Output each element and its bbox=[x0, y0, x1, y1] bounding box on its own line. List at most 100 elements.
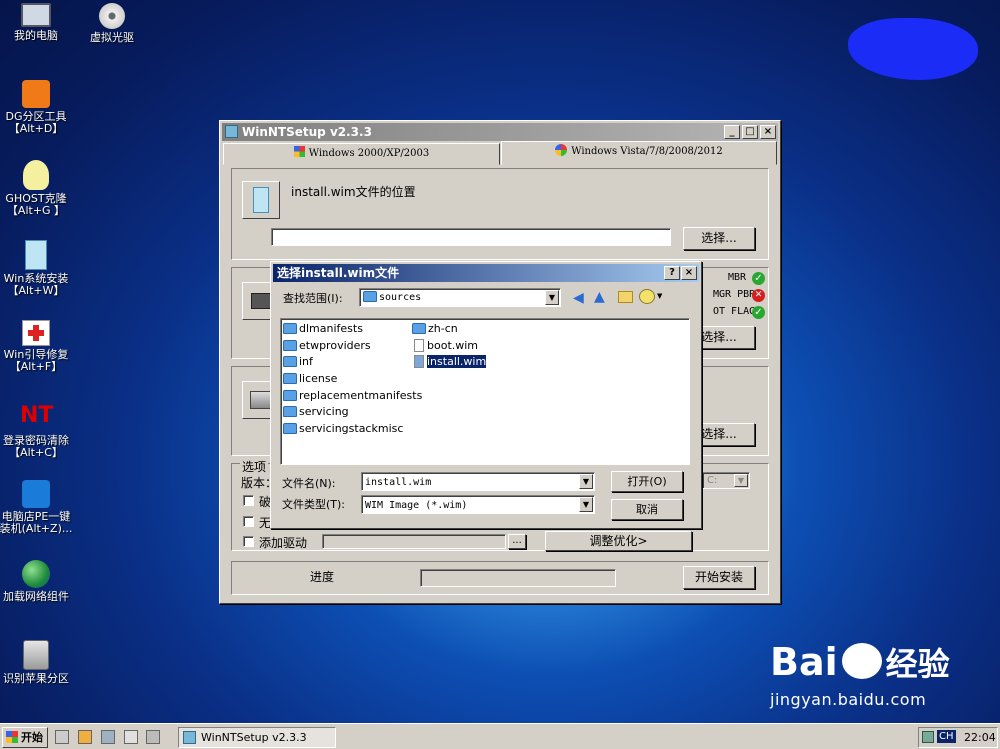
tab-label: Windows Vista/7/8/2008/2012 bbox=[571, 146, 723, 157]
view-menu-icon[interactable] bbox=[639, 289, 655, 304]
dialog-titlebar[interactable]: 选择install.wim文件 ? × bbox=[273, 264, 699, 282]
app-icon bbox=[225, 125, 238, 138]
tweaks-button[interactable]: 调整优化> bbox=[545, 531, 692, 551]
back-icon[interactable]: ◀ bbox=[573, 290, 584, 306]
disk-drive-icon bbox=[23, 640, 49, 670]
drive-select[interactable]: C: ▼ bbox=[702, 472, 750, 489]
options-label: 选项 bbox=[240, 458, 269, 475]
dialog-close-button[interactable]: × bbox=[681, 266, 697, 280]
start-button[interactable]: 开始 bbox=[2, 727, 48, 748]
folder-icon bbox=[283, 340, 297, 351]
up-folder-icon[interactable]: ▲ bbox=[594, 289, 605, 305]
list-item[interactable]: zh-cn bbox=[412, 322, 458, 335]
driver-browse-button[interactable]: ... bbox=[508, 534, 526, 549]
wim-path-input[interactable] bbox=[271, 228, 671, 246]
app-icon bbox=[183, 731, 196, 744]
filetype-label: 文件类型(T): bbox=[282, 498, 346, 511]
list-item[interactable]: boot.wim bbox=[414, 339, 478, 352]
new-folder-icon[interactable] bbox=[618, 291, 633, 303]
boot-flag-label: OT FLAG bbox=[713, 306, 756, 317]
folder-icon bbox=[283, 390, 297, 401]
start-install-button[interactable]: 开始安装 bbox=[683, 566, 755, 589]
tab-label: Windows 2000/XP/2003 bbox=[308, 148, 430, 159]
chevron-down-icon[interactable]: ▼ bbox=[545, 290, 559, 305]
folder-icon bbox=[412, 323, 426, 334]
error-icon: ✕ bbox=[752, 289, 765, 302]
folder-icon bbox=[283, 323, 297, 334]
desktop-icon-my-computer[interactable]: 我的电脑 bbox=[0, 0, 75, 42]
file-list[interactable]: dlmanifests etwproviders inf license rep… bbox=[280, 318, 690, 465]
desktop-icon-onekey-install[interactable]: 电脑店PE一键 装机(Alt+Z)... bbox=[0, 480, 75, 535]
taskbar-task-winntsetup[interactable]: WinNTSetup v2.3.3 bbox=[178, 727, 336, 748]
quicklaunch-explorer-icon[interactable] bbox=[78, 730, 92, 744]
disc-icon bbox=[99, 3, 125, 29]
file-name: license bbox=[299, 372, 338, 385]
list-item[interactable]: replacementmanifests bbox=[283, 389, 422, 402]
taskbar: 开始 WinNTSetup v2.3.3 CH 22:04 bbox=[0, 723, 1000, 749]
desktop-icon-label: 虚拟光驱 bbox=[90, 31, 134, 44]
windows-flag-icon bbox=[293, 146, 305, 157]
chevron-down-icon[interactable]: ▼ bbox=[734, 474, 748, 487]
filetype-select[interactable]: WIM Image (*.wim) ▼ bbox=[361, 495, 595, 514]
quicklaunch-drive-icon[interactable] bbox=[55, 730, 69, 744]
windows-setup-icon bbox=[25, 240, 47, 270]
minimize-button[interactable]: _ bbox=[724, 125, 740, 139]
file-name: install.wim bbox=[427, 355, 487, 368]
chevron-down-icon[interactable]: ▼ bbox=[579, 497, 593, 512]
list-item[interactable]: license bbox=[283, 372, 337, 385]
computer-icon bbox=[21, 3, 51, 27]
cancel-button[interactable]: 取消 bbox=[611, 499, 683, 520]
list-item[interactable]: etwproviders bbox=[283, 339, 371, 352]
folder-icon bbox=[283, 356, 297, 367]
quicklaunch-eraser-icon[interactable] bbox=[146, 730, 160, 744]
list-item[interactable]: dlmanifests bbox=[283, 322, 363, 335]
open-button[interactable]: 打开(O) bbox=[611, 471, 683, 492]
list-item[interactable]: servicingstackmisc bbox=[283, 422, 403, 435]
desktop-icon-ghost[interactable]: GHOST克隆 【Alt+G 】 bbox=[0, 160, 75, 217]
list-item-selected[interactable]: install.wim bbox=[414, 355, 487, 368]
wim-section-button[interactable] bbox=[242, 181, 280, 219]
desktop-icon-label: 登录密码清除 【Alt+C】 bbox=[3, 434, 69, 459]
desktop-icon-virtual-drive[interactable]: 虚拟光驱 bbox=[73, 0, 151, 44]
desktop-icon-apple-partition[interactable]: 识别苹果分区 bbox=[0, 640, 75, 685]
option-checkbox-1[interactable] bbox=[243, 495, 254, 506]
language-indicator[interactable]: CH bbox=[937, 730, 956, 743]
network-icon[interactable] bbox=[922, 731, 934, 743]
driver-path-input[interactable] bbox=[322, 534, 506, 549]
desktop-icon-win-install[interactable]: Win系统安装 【Alt+W】 bbox=[0, 240, 75, 297]
filename-value: install.wim bbox=[365, 477, 432, 488]
list-item[interactable]: inf bbox=[283, 355, 313, 368]
desktop-icon-dg-partition[interactable]: DG分区工具 【Alt+D】 bbox=[0, 80, 75, 135]
close-button[interactable]: × bbox=[760, 125, 776, 139]
bootmgr-pbr-label: MGR PBR bbox=[713, 289, 756, 300]
quicklaunch-screenshot-icon[interactable] bbox=[101, 730, 115, 744]
file-icon bbox=[414, 339, 424, 352]
add-driver-checkbox[interactable] bbox=[243, 536, 254, 547]
check-icon: ✓ bbox=[752, 272, 765, 285]
desktop-icon-label: GHOST克隆 【Alt+G 】 bbox=[5, 192, 67, 217]
select-wim-button[interactable]: 选择... bbox=[683, 227, 755, 250]
help-button[interactable]: ? bbox=[664, 266, 680, 280]
quicklaunch-tools-icon[interactable] bbox=[124, 730, 138, 744]
tab-xp[interactable]: Windows 2000/XP/2003 bbox=[223, 143, 500, 165]
paw-logo-icon bbox=[841, 643, 882, 679]
folder-icon bbox=[363, 291, 377, 302]
lookin-combo[interactable]: sources ▼ bbox=[359, 288, 561, 307]
desktop-icon-label: 我的电脑 bbox=[14, 29, 58, 42]
file-name: boot.wim bbox=[427, 339, 479, 352]
window-title: WinNTSetup v2.3.3 bbox=[242, 125, 372, 139]
mbr-label: MBR bbox=[728, 272, 747, 283]
list-item[interactable]: servicing bbox=[283, 405, 349, 418]
file-name: servicingstackmisc bbox=[299, 422, 404, 435]
desktop-icon-boot-repair[interactable]: Win引导修复 【Alt+F】 bbox=[0, 320, 75, 373]
filename-input[interactable]: install.wim ▼ bbox=[361, 472, 595, 491]
window-titlebar[interactable]: WinNTSetup v2.3.3 _ □ × bbox=[222, 123, 778, 141]
chevron-down-icon[interactable]: ▼ bbox=[579, 474, 593, 489]
desktop-icon-password-clear[interactable]: NT 登录密码清除 【Alt+C】 bbox=[0, 400, 75, 459]
tab-vista[interactable]: Windows Vista/7/8/2008/2012 bbox=[501, 141, 777, 165]
chevron-down-icon[interactable]: ▼ bbox=[657, 292, 662, 300]
desktop-icon-label: Win系统安装 【Alt+W】 bbox=[3, 272, 69, 297]
desktop-icon-network[interactable]: 加载网络组件 bbox=[0, 560, 75, 603]
maximize-button[interactable]: □ bbox=[742, 125, 758, 139]
option-checkbox-2[interactable] bbox=[243, 516, 254, 527]
